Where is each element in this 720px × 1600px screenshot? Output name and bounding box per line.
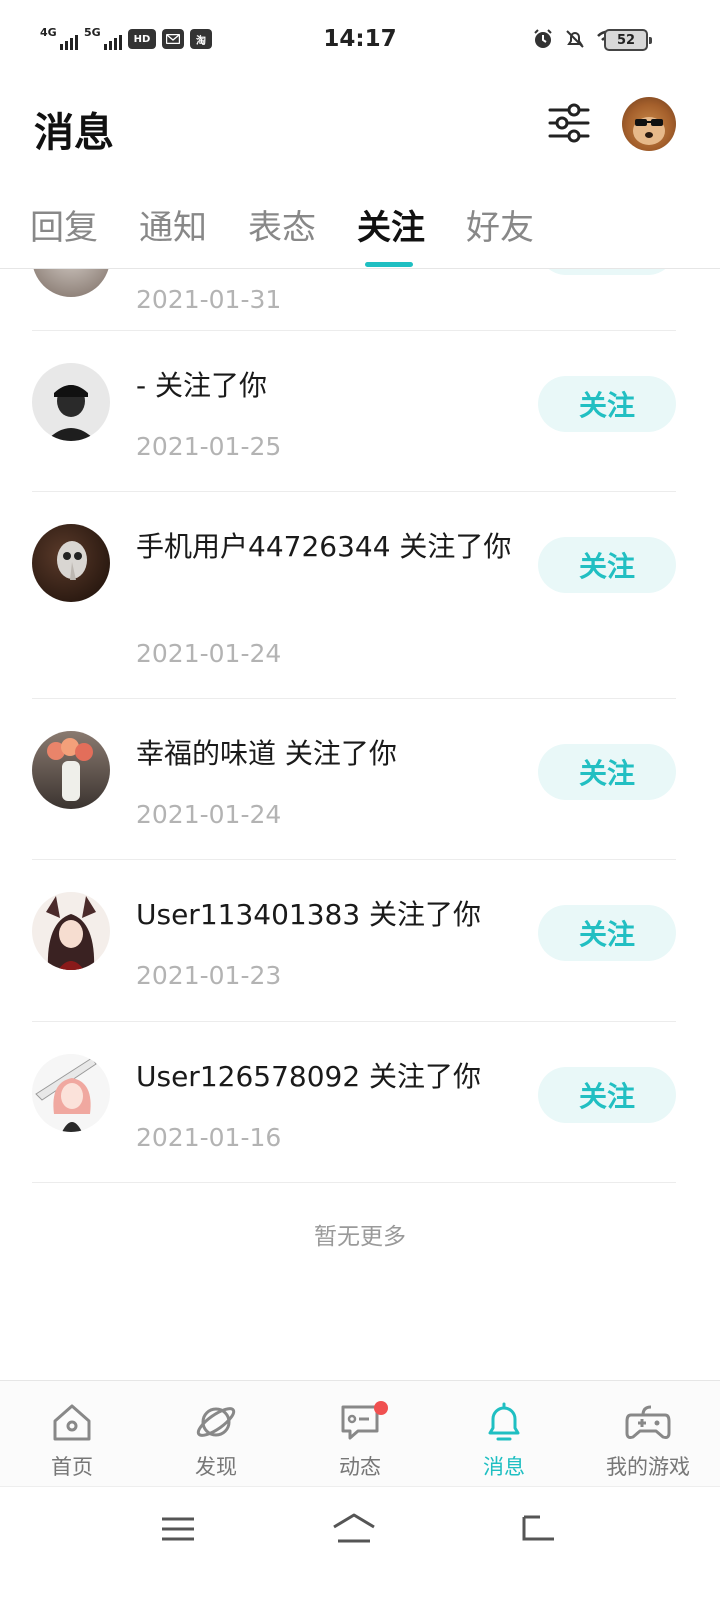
battery-indicator: 52 xyxy=(604,29,652,51)
bell-icon xyxy=(488,1402,520,1441)
alarm-icon xyxy=(534,29,552,48)
follow-date: 2021-01-25 xyxy=(136,432,282,461)
tab-notice[interactable]: 通知 xyxy=(139,200,248,249)
nav-messages-label: 消息 xyxy=(483,1455,525,1479)
follow-date: 2021-01-31 xyxy=(136,285,282,314)
follow-message: User113401383 关注了你 xyxy=(136,898,482,931)
my-avatar[interactable] xyxy=(622,97,676,151)
gamepad-icon xyxy=(625,1405,671,1439)
follow-date: 2021-01-16 xyxy=(136,1123,282,1152)
follow-date: 2021-01-24 xyxy=(136,639,282,668)
tab-follow[interactable]: 关注 xyxy=(357,200,466,249)
nav-home[interactable]: 首页 xyxy=(0,1381,144,1487)
system-navigation-bar xyxy=(0,1486,720,1600)
system-home-icon[interactable] xyxy=(330,1509,378,1549)
user-avatar[interactable] xyxy=(32,1054,110,1132)
list-item: User113401383 关注了你 2021-01-23 关注 xyxy=(32,860,676,1021)
nav-my-games[interactable]: 我的游戏 xyxy=(576,1381,720,1487)
home-icon xyxy=(53,1404,91,1441)
nav-feed[interactable]: 动态 xyxy=(288,1381,432,1487)
menu-icon[interactable] xyxy=(158,1509,198,1549)
follow-date: 2021-01-23 xyxy=(136,961,282,990)
nav-my-games-label: 我的游戏 xyxy=(606,1455,690,1479)
follow-message: - 关注了你 xyxy=(136,369,268,402)
nav-discover[interactable]: 发现 xyxy=(144,1381,288,1487)
notification-badge xyxy=(374,1401,388,1415)
user-avatar[interactable] xyxy=(32,524,110,602)
user-avatar[interactable] xyxy=(32,892,110,970)
follow-message: 幸福的味道 关注了你 xyxy=(136,737,397,770)
follow-list[interactable]: 2021-01-31 - 关注了你 2021-01-25 关注 手机用户4472… xyxy=(0,269,720,1379)
follow-button[interactable]: 关注 xyxy=(538,1067,676,1123)
list-item: 手机用户44726344 关注了你 2021-01-24 关注 xyxy=(32,492,676,698)
filter-settings-button[interactable] xyxy=(546,100,592,146)
nav-feed-label: 动态 xyxy=(339,1455,381,1479)
tab-reaction[interactable]: 表态 xyxy=(248,200,357,249)
tab-reply[interactable]: 回复 xyxy=(30,200,139,249)
follow-date: 2021-01-24 xyxy=(136,800,282,829)
active-tab-indicator xyxy=(365,262,413,267)
list-item: 2021-01-31 xyxy=(32,269,676,329)
sliders-icon xyxy=(548,103,590,143)
follow-button[interactable]: 关注 xyxy=(538,537,676,593)
follow-button[interactable] xyxy=(538,269,676,275)
divider xyxy=(32,1182,676,1183)
follow-button[interactable]: 关注 xyxy=(538,744,676,800)
bottom-navigation: 首页 发现 动态 消息 我的游戏 xyxy=(0,1380,720,1486)
user-avatar[interactable] xyxy=(32,269,110,297)
list-item: User126578092 关注了你 2021-01-16 关注 xyxy=(32,1022,676,1183)
planet-icon xyxy=(196,1407,236,1437)
follow-button[interactable]: 关注 xyxy=(538,905,676,961)
back-icon[interactable] xyxy=(518,1509,558,1549)
nav-discover-label: 发现 xyxy=(195,1455,237,1479)
follow-message: User126578092 关注了你 xyxy=(136,1060,482,1093)
follow-message: 手机用户44726344 关注了你 xyxy=(136,530,512,563)
user-avatar[interactable] xyxy=(32,363,110,441)
message-tabs: 回复 通知 表态 关注 好友 xyxy=(30,200,575,249)
nav-home-label: 首页 xyxy=(51,1455,93,1479)
follow-button[interactable]: 关注 xyxy=(538,376,676,432)
status-bar: 4G 5G HD 淘 14:17 52 xyxy=(0,0,720,80)
user-avatar[interactable] xyxy=(32,731,110,809)
nav-messages[interactable]: 消息 xyxy=(432,1381,576,1487)
mute-bell-icon xyxy=(566,30,584,48)
page-title: 消息 xyxy=(34,110,114,156)
end-of-list-text: 暂无更多 xyxy=(314,1224,406,1250)
list-item: - 关注了你 2021-01-25 关注 xyxy=(32,331,676,492)
tab-friends[interactable]: 好友 xyxy=(466,200,575,249)
list-item: 幸福的味道 关注了你 2021-01-24 关注 xyxy=(32,699,676,860)
